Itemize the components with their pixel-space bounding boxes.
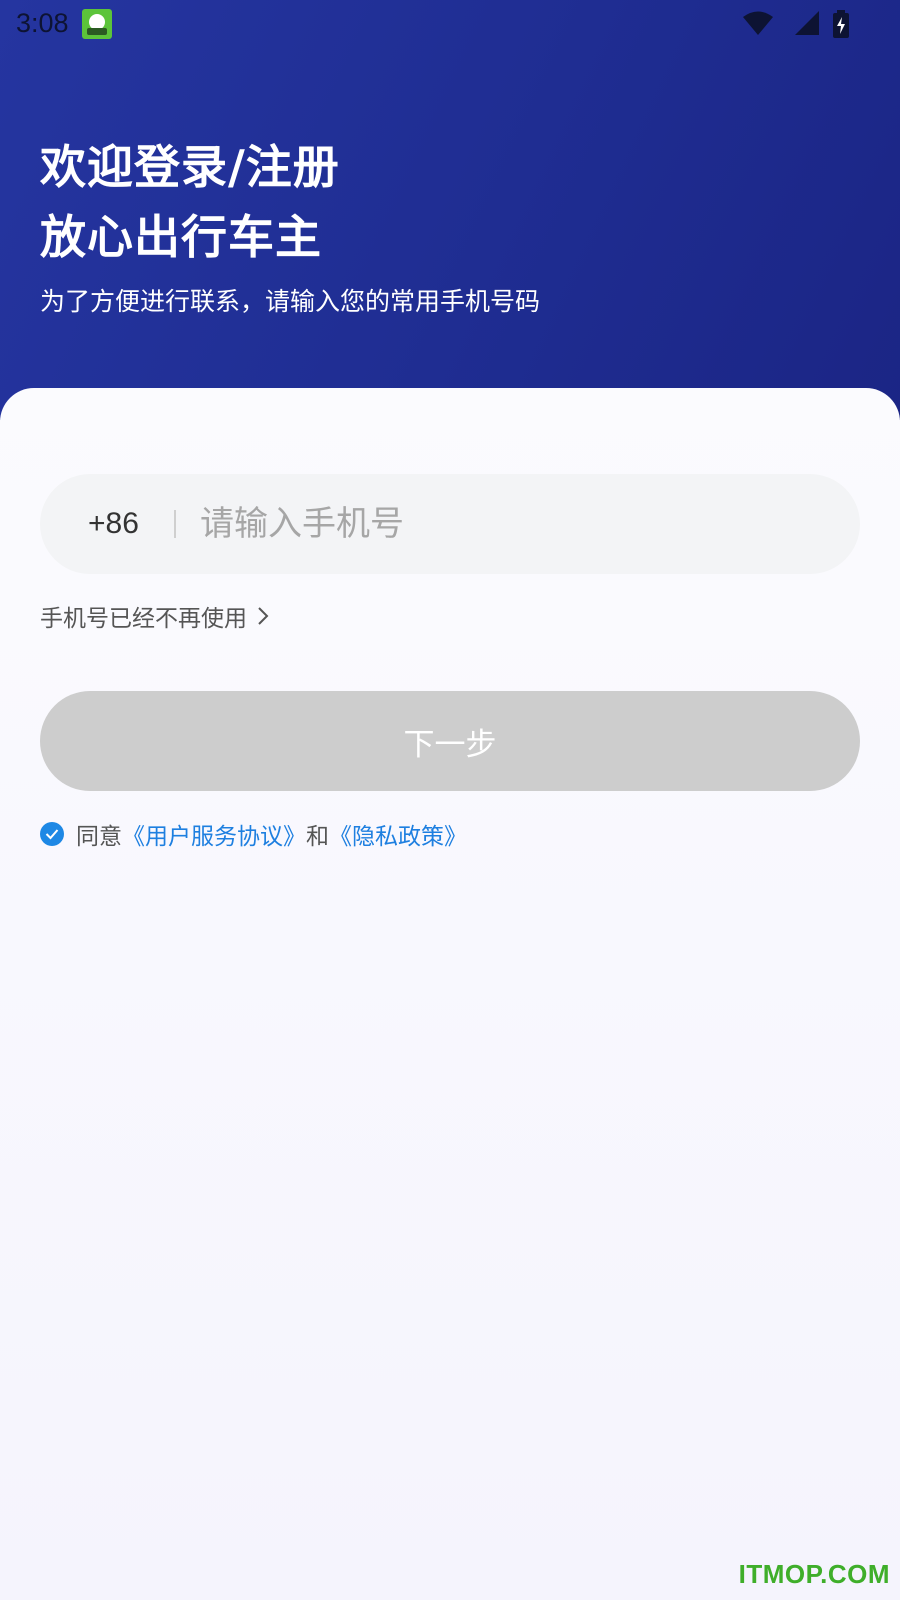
field-divider <box>174 510 176 538</box>
phone-unused-link[interactable]: 手机号已经不再使用 <box>40 596 269 636</box>
welcome-title-line2: 放心出行车主 <box>40 210 322 264</box>
agreement-conjunction: 和 <box>306 824 329 850</box>
agreement-prefix: 同意 <box>76 824 122 850</box>
signal-icon <box>795 11 819 35</box>
country-code[interactable]: +86 <box>88 502 139 546</box>
privacy-policy-link[interactable]: 《隐私政策》 <box>329 817 467 851</box>
phone-unused-label: 手机号已经不再使用 <box>40 606 247 632</box>
checkmark-icon <box>45 829 59 840</box>
wifi-icon <box>743 11 773 35</box>
app-notification-icon <box>82 9 112 39</box>
phone-field: +86 <box>40 474 860 574</box>
welcome-subtitle: 为了方便进行联系，请输入您的常用手机号码 <box>40 287 541 316</box>
status-time: 3:08 <box>16 8 69 38</box>
agreement-row: 同意 《用户服务协议》 和 《隐私政策》 <box>40 812 467 856</box>
login-card: +86 手机号已经不再使用 下一步 同意 《用户服务协议》 和 《隐私政策》 <box>0 388 900 1600</box>
user-agreement-link[interactable]: 《用户服务协议》 <box>122 817 306 851</box>
agreement-checkbox[interactable] <box>40 822 64 846</box>
status-icons <box>720 10 850 40</box>
next-button[interactable]: 下一步 <box>40 691 860 791</box>
welcome-title: 欢迎登录/注册 放心出行车主 <box>40 132 340 272</box>
welcome-title-line1: 欢迎登录/注册 <box>40 140 340 194</box>
header-banner: 3:08 欢迎登录/注册 放心出行车主 为了方便进行联系，请输入您的常用手机号码 <box>0 0 900 420</box>
chevron-right-icon <box>258 607 269 625</box>
battery-charging-icon <box>833 10 849 38</box>
phone-input[interactable] <box>200 496 820 552</box>
status-bar: 3:08 <box>0 0 900 50</box>
watermark: ITMOP.COM <box>738 1559 890 1589</box>
